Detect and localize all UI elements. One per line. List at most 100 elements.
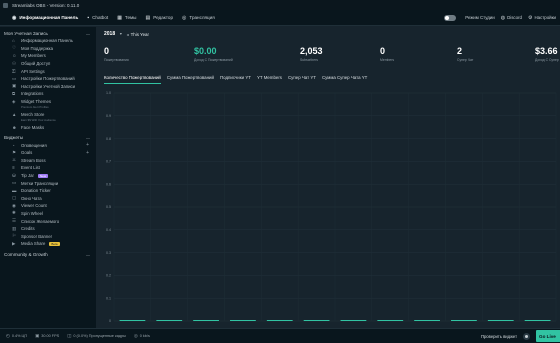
- y-tick-label: 0.8: [106, 137, 111, 141]
- donation-settings-icon: ▭: [12, 75, 17, 81]
- sidebar-section-account[interactable]: Моя Учетная Запись —: [0, 30, 96, 37]
- dashboard-icon: ◉: [12, 14, 17, 21]
- sidebar-item-stream-boss[interactable]: ⚔ Stream Boss: [0, 157, 96, 165]
- bar-11: [487, 320, 514, 321]
- sidebar-item-label: Credits: [21, 226, 35, 232]
- stat-label: Доход С Пожертвований: [194, 58, 233, 62]
- nav-editor-label: Редактор: [153, 15, 174, 20]
- nav-editor[interactable]: ▤ Редактор: [146, 15, 174, 21]
- sidebar-item-support[interactable]: ♡ Моя Поддержка: [0, 45, 96, 53]
- ticker-icon: ▬: [12, 188, 17, 194]
- goal-icon: ⚑: [12, 149, 16, 155]
- sidebar-item-text: Widget Themes Premium Alert Profiles: [21, 99, 51, 109]
- nav-live[interactable]: ◎ Трансляция: [182, 15, 215, 21]
- sidebar-item-text: Merch Store Earn $$ With Your Audience: [21, 112, 56, 122]
- check-widget-link[interactable]: Проверить виджет: [481, 334, 517, 339]
- sidebar-item-alerts[interactable]: ◔ Оповещения +: [0, 141, 96, 149]
- sidebar-item-tip-jar[interactable]: ⛁ Tip Jar New: [0, 172, 96, 180]
- sidebar-item-integrations[interactable]: ⧉ Integrations: [0, 90, 96, 98]
- bitrate-icon: ◎: [133, 333, 138, 338]
- tab-donation-amount[interactable]: Сумма Пожертвований: [167, 75, 214, 84]
- nav-dashboard-label: Информационная Панель: [19, 15, 79, 20]
- stat-super-chat: 2 Супер Чат: [457, 46, 473, 62]
- boss-icon: ⚔: [12, 157, 16, 163]
- sidebar-section-widgets[interactable]: Виджеты —: [0, 134, 96, 141]
- go-live-button[interactable]: Go Live: [536, 330, 560, 342]
- stat-super-chat-income: $3.66 Доход С Супер: [535, 46, 560, 62]
- y-tick-label: 0.7: [106, 160, 111, 164]
- studio-mode-toggle[interactable]: [444, 14, 457, 21]
- sidebar-item-widget-themes[interactable]: ◈ Widget Themes Premium Alert Profiles: [0, 98, 96, 111]
- label-icon: ▭: [12, 180, 17, 186]
- chat-icon: ▢: [12, 195, 17, 201]
- sidebar-item-chat-box[interactable]: ▢ Окно Чата: [0, 195, 96, 203]
- sidebar-item-account-settings[interactable]: ▣ Настройки Учетной Записи: [0, 83, 96, 91]
- stat-label: Доход С Супер: [535, 58, 559, 62]
- sidebar-item-sub: Premium Alert Profiles: [21, 104, 49, 109]
- sidebar-item-label: Event List: [21, 165, 40, 171]
- chatbot-icon: ▪: [87, 14, 90, 21]
- sidebar-item-donation-settings[interactable]: ▭ Настройки Пожертвований: [0, 75, 96, 83]
- collapse-icon[interactable]: —: [86, 31, 90, 36]
- heart-icon: ♡: [12, 45, 16, 51]
- chevron-left-icon: ◂: [126, 31, 129, 37]
- sidebar-item-members[interactable]: ☺ My Members: [0, 52, 96, 60]
- tab-yt-subscribers[interactable]: Подписчики YT: [220, 75, 251, 84]
- chevron-down-icon[interactable]: ▼: [119, 32, 122, 36]
- sidebar-item-credits[interactable]: ▥ Credits: [0, 225, 96, 233]
- sidebar-section-community[interactable]: Community & Growth —: [0, 251, 96, 258]
- new-badge: New: [37, 173, 48, 178]
- stat-label: Subscribers: [300, 58, 318, 62]
- sidebar-item-viewer-count[interactable]: ◉ Viewer Count: [0, 202, 96, 210]
- sidebar-item-label: Spin Wheel: [21, 210, 43, 216]
- sidebar-item-label: Общий Доступ: [21, 61, 51, 67]
- tab-yt-super-chat-amount[interactable]: Сумма Супер Чата YT: [322, 75, 367, 84]
- collapse-icon[interactable]: —: [86, 252, 90, 257]
- title-bar: Streamlabs OBS - Version: 0.11.0: [0, 0, 560, 10]
- sidebar-item-stream-labels[interactable]: ▭ Метки Трансляции: [0, 179, 96, 187]
- discord-button[interactable]: ◍ Discord: [501, 15, 522, 21]
- integrations-icon: ⧉: [12, 91, 16, 97]
- section-title: Виджеты: [4, 135, 24, 141]
- sidebar-item-event-list[interactable]: ≡ Event List: [0, 164, 96, 172]
- nav-chatbot[interactable]: ▪ Chatbot: [87, 15, 108, 21]
- sidebar-item-label: Media Share: [21, 241, 46, 247]
- add-icon[interactable]: +: [86, 142, 89, 148]
- sidebar-item-label: API Settings: [21, 68, 45, 74]
- bitrate-stat: ◎ 0 kb/s: [134, 333, 150, 339]
- collapse-icon[interactable]: —: [86, 135, 90, 140]
- sidebar-item-sub: Earn $$ With Your Audience: [21, 117, 56, 122]
- tab-donation-count[interactable]: Количество Пожертвований: [104, 75, 161, 84]
- alert-icon: ◔: [12, 142, 15, 148]
- bar-2: [156, 320, 183, 321]
- sidebar-item-label: Настройки Учетной Записи: [21, 83, 76, 89]
- sidebar-item-spin-wheel[interactable]: ✺ Spin Wheel: [0, 210, 96, 218]
- sidebar-item-face-masks[interactable]: ☻ Face Masks: [0, 124, 96, 132]
- widget-themes-icon: ◈: [12, 98, 16, 104]
- add-icon[interactable]: +: [86, 150, 89, 156]
- settings-button[interactable]: ⚙ Настройки: [528, 15, 556, 21]
- sidebar-item-sponsor-banner[interactable]: ⚐ Sponsor Banner: [0, 232, 96, 240]
- sidebar-item-api[interactable]: ⚿ API Settings: [0, 67, 96, 75]
- period-select[interactable]: ◂ This Year: [127, 32, 149, 37]
- studio-mode-label[interactable]: Режим Студии: [465, 15, 495, 20]
- tab-yt-super-chat[interactable]: Супер Чат YT: [288, 75, 316, 84]
- live-icon: ◎: [182, 14, 187, 21]
- sidebar-item-goals[interactable]: ⚑ Goals +: [0, 149, 96, 157]
- y-tick-label: 0: [109, 319, 111, 323]
- sidebar-item-donation-ticker[interactable]: ▬ Donation Ticker: [0, 187, 96, 195]
- sidebar-item-merch[interactable]: ▲ Merch Store Earn $$ With Your Audience: [0, 111, 96, 124]
- bar-3: [193, 320, 219, 321]
- nav-themes[interactable]: ▦ Темы: [117, 15, 136, 21]
- record-button[interactable]: [523, 332, 530, 340]
- sidebar-item-shared[interactable]: ⚇ Общий Доступ: [0, 60, 96, 68]
- sidebar-item-media-share[interactable]: ▶ Media Share Beta: [0, 240, 96, 248]
- tab-yt-members[interactable]: YT Members: [257, 75, 282, 84]
- sidebar-item-dashboard[interactable]: ⌂ Информационная Панель: [0, 37, 96, 45]
- sidebar-item-wishlist[interactable]: ☰ Список Желаемого: [0, 217, 96, 225]
- bar-10: [451, 320, 477, 321]
- y-tick-label: 0.3: [106, 251, 111, 255]
- nav-dashboard[interactable]: ◉ Информационная Панель: [12, 15, 78, 21]
- sidebar-item-label: Viewer Count: [21, 203, 47, 209]
- year-select[interactable]: 2018: [104, 31, 115, 37]
